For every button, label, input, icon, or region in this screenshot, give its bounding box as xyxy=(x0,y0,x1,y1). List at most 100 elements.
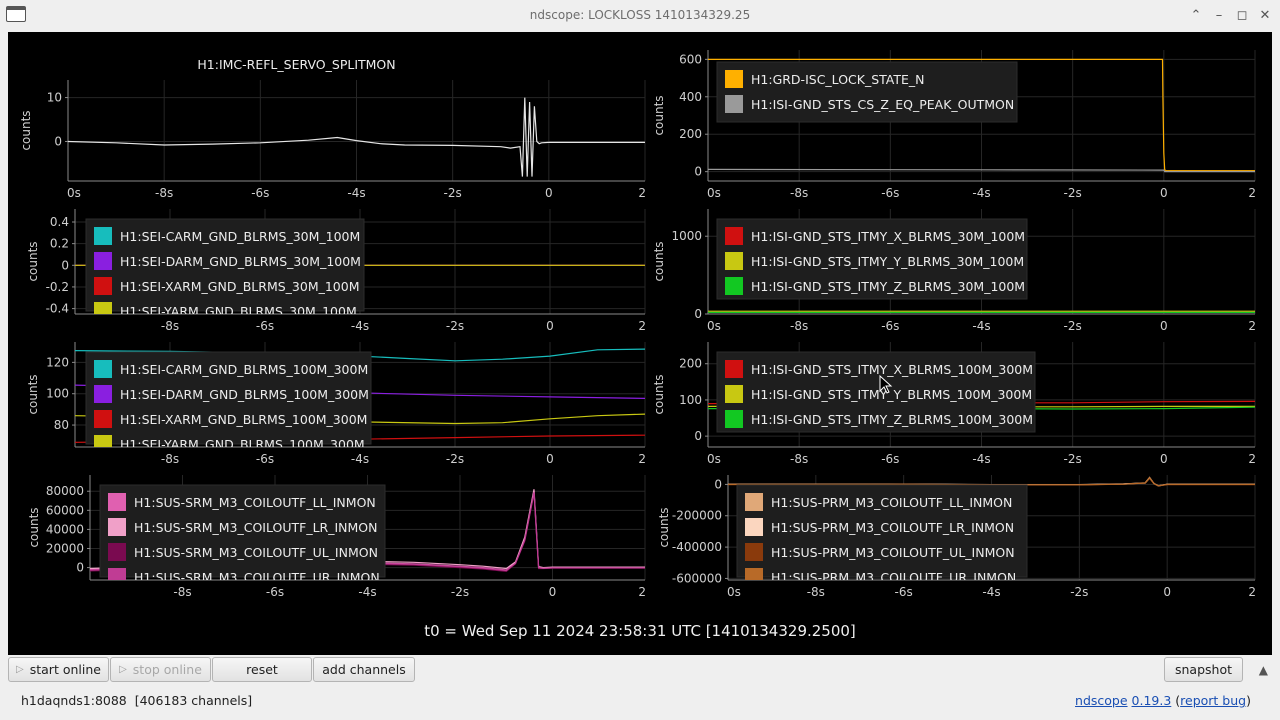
legend-swatch xyxy=(745,568,763,580)
plot-panel[interactable]: 80000 60000 40000 20000 0 -8s -6s -4s -2s 0 2 count… xyxy=(27,475,646,599)
y-tick-label: 0 xyxy=(694,429,702,443)
y-tick-label: -0.4 xyxy=(46,302,69,316)
plot-title: H1:IMC-REFL_SERVO_SPLITMON xyxy=(197,57,395,72)
x-tick-label: -8s xyxy=(790,319,808,333)
x-tick-label: -6s xyxy=(881,319,899,333)
y-tick-label: 40000 xyxy=(46,522,84,536)
play-icon: ▷ xyxy=(16,664,24,675)
y-tick-label: 0 xyxy=(54,134,62,148)
legend-label: H1:SUS-SRM_M3_COILOUTF_UL_INMON xyxy=(134,545,378,560)
legend[interactable]: H1:GRD-ISC_LOCK_STATE_N H1:ISI-GND_STS_CS… xyxy=(716,61,1018,123)
x-tick-label: 2 xyxy=(638,319,646,333)
legend-swatch xyxy=(94,252,112,270)
play-icon: ▷ xyxy=(119,664,127,675)
x-tick-label: 0 xyxy=(1160,186,1168,200)
x-tick-label: 0s xyxy=(67,186,81,200)
y-tick-label: 0.2 xyxy=(50,237,69,251)
y-tick-label: -600000 xyxy=(672,571,722,585)
legend-label: H1:SEI-DARM_GND_BLRMS_100M_300M xyxy=(120,387,369,402)
x-tick-label: 0 xyxy=(1160,319,1168,333)
legend-label: H1:SEI-YARM_GND_BLRMS_30M_100M xyxy=(120,304,357,319)
y-axis-label: counts xyxy=(652,374,666,414)
legend-swatch xyxy=(94,360,112,378)
legend-swatch xyxy=(745,518,763,536)
legend-swatch xyxy=(94,435,112,447)
close-icon[interactable]: ✕ xyxy=(1256,7,1274,25)
x-tick-label: 2 xyxy=(1248,452,1256,466)
collapse-arrow-icon[interactable]: ▲ xyxy=(1259,663,1268,677)
snapshot-button[interactable]: snapshot xyxy=(1164,657,1243,682)
legend-swatch xyxy=(725,95,743,113)
legend-label: H1:SUS-PRM_M3_COILOUTF_UR_INMON xyxy=(771,570,1016,585)
stop-online-label: stop online xyxy=(132,662,202,677)
x-tick-label: -4s xyxy=(358,585,376,599)
plots-svg[interactable]: 10 0 0s -8s -6s -4s -2s 0 2 counts H1:IMC-REFL_SER… xyxy=(8,32,1272,622)
x-tick-label: -2s xyxy=(1064,186,1082,200)
y-tick-label: 120 xyxy=(46,355,69,369)
x-tick-label: 0 xyxy=(1160,452,1168,466)
legend[interactable]: H1:SEI-CARM_GND_BLRMS_100M_300M H1:SEI-DA… xyxy=(85,351,372,453)
legend-label: H1:SEI-DARM_GND_BLRMS_30M_100M xyxy=(120,254,361,269)
x-tick-label: -4s xyxy=(972,186,990,200)
y-tick-label: 0 xyxy=(76,561,84,575)
plot-panel[interactable]: 1000 0 0s -8s -6s -4s -2s 0 2 counts H1:ISI-GND_ST… xyxy=(652,209,1256,333)
stop-online-button[interactable]: ▷ stop online xyxy=(110,657,211,682)
x-tick-label: -6s xyxy=(881,186,899,200)
x-tick-label: 2 xyxy=(638,585,646,599)
legend[interactable]: H1:SUS-SRM_M3_COILOUTF_LL_INMON H1:SUS-SR… xyxy=(99,484,386,586)
legend-label: H1:ISI-GND_STS_ITMY_Y_BLRMS_30M_100M xyxy=(751,254,1024,269)
legend[interactable]: H1:SEI-CARM_GND_BLRMS_30M_100M H1:SEI-DAR… xyxy=(85,218,365,320)
server-status: h1daqnds1:8088 [406183 channels] xyxy=(21,693,252,708)
legend-swatch xyxy=(94,227,112,245)
legend-label: H1:GRD-ISC_LOCK_STATE_N xyxy=(751,72,925,87)
x-tick-label: -4s xyxy=(351,452,369,466)
maximize-icon[interactable]: ◻ xyxy=(1233,7,1251,25)
legend-label: H1:SUS-PRM_M3_COILOUTF_LR_INMON xyxy=(771,520,1014,535)
report-bug-link[interactable]: report bug xyxy=(1180,693,1246,708)
x-tick-label: 0 xyxy=(1163,585,1171,599)
plot-panel[interactable]: 120 100 80 -8s -6s -4s -2s 0 2 counts H1:SEI-CARM_… xyxy=(26,342,646,466)
y-tick-label: 20000 xyxy=(46,542,84,556)
minimize-icon[interactable]: – xyxy=(1210,7,1228,25)
plot-panel[interactable]: 0 -200000 -400000 -600000 0s -8s -6s -4s -2s 0 2 co… xyxy=(657,475,1256,599)
x-tick-label: 0s xyxy=(707,186,721,200)
add-channels-button[interactable]: add channels xyxy=(313,657,415,682)
x-tick-label: 2 xyxy=(638,186,646,200)
x-tick-label: 2 xyxy=(1248,186,1256,200)
y-tick-label: 0 xyxy=(61,258,69,272)
plot-panel[interactable]: 0.4 0.2 0 -0.2 -0.4 -8s -6s -4s -2s 0 2 counts H1:SE… xyxy=(26,209,646,333)
t0-label: t0 = Wed Sep 11 2024 23:58:31 UTC [14101… xyxy=(424,622,856,640)
legend[interactable]: H1:ISI-GND_STS_ITMY_X_BLRMS_100M_300M H1:… xyxy=(716,351,1036,433)
ndscope-link[interactable]: ndscope xyxy=(1075,693,1128,708)
channel-count: [406183 channels] xyxy=(134,693,253,708)
y-tick-label: 80000 xyxy=(46,484,84,498)
version-link[interactable]: 0.19.3 xyxy=(1132,693,1172,708)
plot-panel[interactable]: 200 100 0 0s -8s -6s -4s -2s 0 2 counts H1:ISI-GND_… xyxy=(652,342,1256,466)
server-address: h1daqnds1:8088 xyxy=(21,693,127,708)
x-tick-label: -6s xyxy=(266,585,284,599)
legend-swatch xyxy=(725,227,743,245)
y-tick-label: 0 xyxy=(714,477,722,491)
chevron-up-icon[interactable]: ⌃ xyxy=(1187,7,1205,25)
plot-panel[interactable]: 10 0 0s -8s -6s -4s -2s 0 2 counts H1:IMC-REFL_SER… xyxy=(19,57,646,200)
x-tick-label: -8s xyxy=(790,186,808,200)
x-tick-label: -2s xyxy=(1064,319,1082,333)
x-tick-label: 0s xyxy=(707,319,721,333)
x-tick-label: -4s xyxy=(347,186,365,200)
x-tick-label: -8s xyxy=(173,585,191,599)
x-tick-label: 0s xyxy=(727,585,741,599)
start-online-button[interactable]: ▷ start online xyxy=(8,657,109,682)
plot-panel[interactable]: 600 400 200 0 0s -8s -6s -4s -2s 0 2 counts H1:GRD-I… xyxy=(652,50,1256,200)
legend-swatch xyxy=(725,385,743,403)
y-tick-label: 0 xyxy=(694,307,702,321)
y-tick-label: 10 xyxy=(47,91,62,105)
reset-button[interactable]: reset xyxy=(212,657,312,682)
x-tick-label: -6s xyxy=(895,585,913,599)
legend-swatch xyxy=(725,252,743,270)
x-tick-label: 0 xyxy=(546,452,554,466)
legend[interactable]: H1:ISI-GND_STS_ITMY_X_BLRMS_30M_100M H1:I… xyxy=(716,218,1028,300)
x-tick-label: -8s xyxy=(790,452,808,466)
y-tick-label: 0 xyxy=(694,165,702,179)
x-tick-label: 0 xyxy=(546,319,554,333)
legend[interactable]: H1:SUS-PRM_M3_COILOUTF_LL_INMON H1:SUS-PR… xyxy=(736,484,1028,586)
